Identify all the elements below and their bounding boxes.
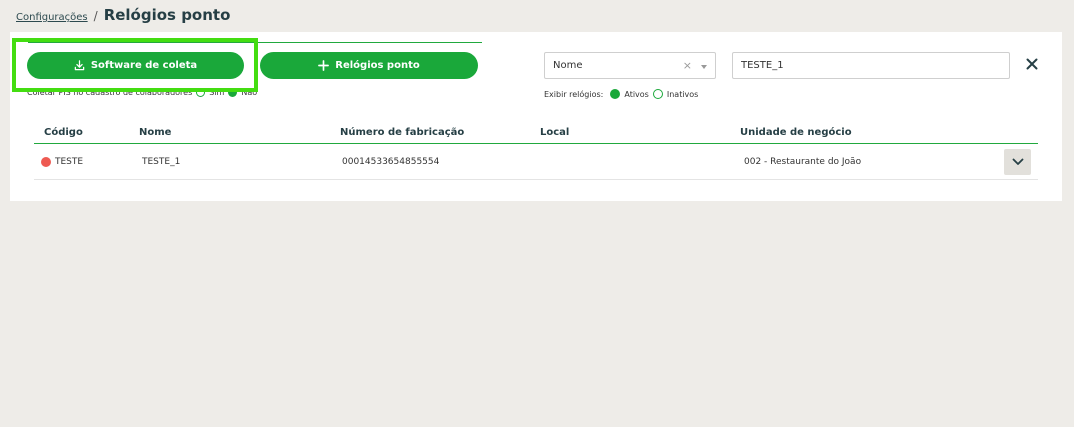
radio-ativos[interactable] [610,89,621,99]
radio-inativos[interactable] [652,89,663,99]
header-unidade-negocio[interactable]: Unidade de negócio [740,127,852,138]
breadcrumb-separator: / [93,9,98,23]
relogios-table: Código Nome Número de fabricação Local U… [34,124,1038,180]
close-icon [1026,58,1038,70]
radio-ativos-label: Ativos [624,89,649,99]
filter-row: Exibir relógios: Ativos Inativos [544,89,698,99]
chevron-down-icon [1012,158,1023,165]
close-search-button[interactable] [1022,54,1042,74]
header-nome[interactable]: Nome [139,127,171,138]
search-field-value: Nome [553,60,583,71]
software-coleta-button[interactable]: Software de coleta [27,52,244,79]
table-row[interactable]: TESTE TESTE_1 00014533654855554 002 - Re… [34,144,1038,180]
cell-codigo: TESTE [55,157,84,167]
breadcrumb: Configurações / Relógios ponto [16,6,230,24]
add-relogio-button[interactable]: Relógios ponto [260,52,478,79]
plus-icon [318,60,330,71]
page-title: Relógios ponto [103,6,231,24]
cell-numero-fabricacao: 00014533654855554 [342,157,440,167]
search-input[interactable] [732,52,1010,79]
header-local[interactable]: Local [540,127,569,138]
clear-select-icon[interactable]: × [683,59,692,72]
cell-nome: TESTE_1 [142,157,181,167]
radio-inativos-label: Inativos [666,89,699,99]
search-field-select[interactable]: Nome × [544,52,716,79]
content-card: Coletar PIS no cadastro de colaboradores… [10,32,1062,201]
chevron-down-icon[interactable] [701,65,707,69]
expand-row-button[interactable] [1004,149,1031,175]
download-icon [74,60,85,71]
add-relogio-label: Relógios ponto [335,60,420,71]
header-numero-fabricacao[interactable]: Número de fabricação [340,127,464,138]
software-coleta-label: Software de coleta [90,60,198,71]
table-header: Código Nome Número de fabricação Local U… [34,124,1038,144]
filter-label: Exibir relógios: [544,89,604,99]
status-dot [41,157,51,167]
breadcrumb-link-configuracoes[interactable]: Configurações [16,12,88,23]
header-codigo[interactable]: Código [44,127,83,138]
cell-unidade-negocio: 002 - Restaurante do João [744,157,862,167]
